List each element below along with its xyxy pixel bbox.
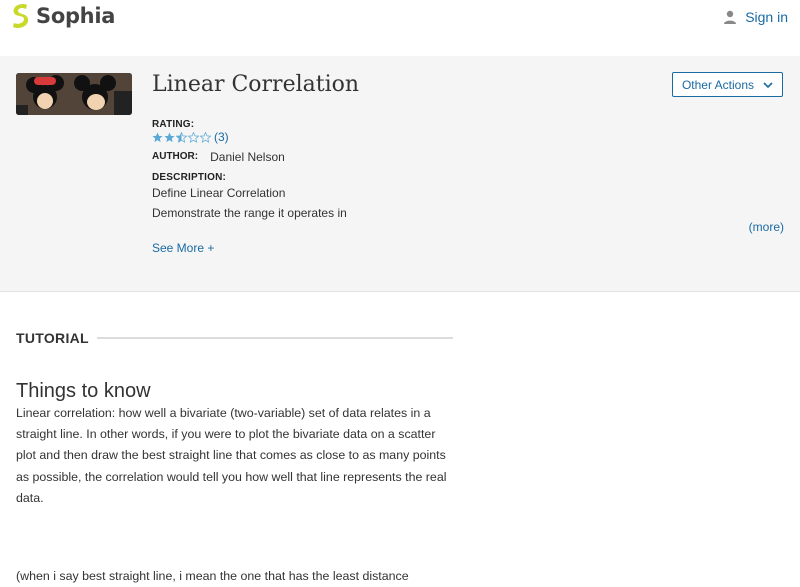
rating-count-link[interactable]: (3) xyxy=(214,130,229,144)
resource-thumbnail xyxy=(16,73,132,115)
star-empty-icon xyxy=(188,131,199,143)
tutorial-label: TUTORIAL xyxy=(16,330,89,346)
sign-in-label: Sign in xyxy=(745,9,788,25)
divider xyxy=(96,337,453,339)
tutorial-header: TUTORIAL xyxy=(16,330,453,346)
sophia-logo-icon xyxy=(13,4,29,29)
star-full-icon xyxy=(152,131,163,142)
body-paragraph: (when i say best straight line, i mean t… xyxy=(16,569,409,583)
body-paragraph: Linear correlation: how well a bivariate… xyxy=(16,406,447,505)
rating-label: RATING: xyxy=(152,119,195,130)
author-label: AUTHOR: xyxy=(152,151,199,162)
see-more-link[interactable]: See More + xyxy=(152,241,214,255)
resource-card: Linear Correlation Other Actions RATING:… xyxy=(0,56,800,292)
star-empty-icon xyxy=(200,131,211,143)
sophia-logo[interactable]: Sophia xyxy=(10,3,115,29)
user-icon xyxy=(724,10,737,24)
star-full-icon xyxy=(164,131,175,142)
brand-name: Sophia xyxy=(36,4,116,28)
top-bar: Sophia Sign in xyxy=(0,0,800,56)
sign-in-link[interactable]: Sign in xyxy=(723,9,788,25)
author-row: AUTHOR: Daniel Nelson xyxy=(152,150,285,164)
description-line: Demonstrate the range it operates in xyxy=(152,206,347,220)
author-name: Daniel Nelson xyxy=(210,150,285,164)
other-actions-label: Other Actions xyxy=(681,77,755,92)
other-actions-dropdown[interactable]: Other Actions xyxy=(672,72,783,97)
resource-title: Linear Correlation xyxy=(152,72,360,97)
description-line: Define Linear Correlation xyxy=(152,186,286,200)
star-half-icon xyxy=(176,131,187,143)
section-heading: Things to know xyxy=(16,380,151,402)
more-link[interactable]: (more) xyxy=(749,220,784,234)
description-label: DESCRIPTION: xyxy=(152,172,227,183)
chevron-down-icon xyxy=(763,81,773,88)
rating-stars[interactable]: (3) xyxy=(152,130,229,144)
